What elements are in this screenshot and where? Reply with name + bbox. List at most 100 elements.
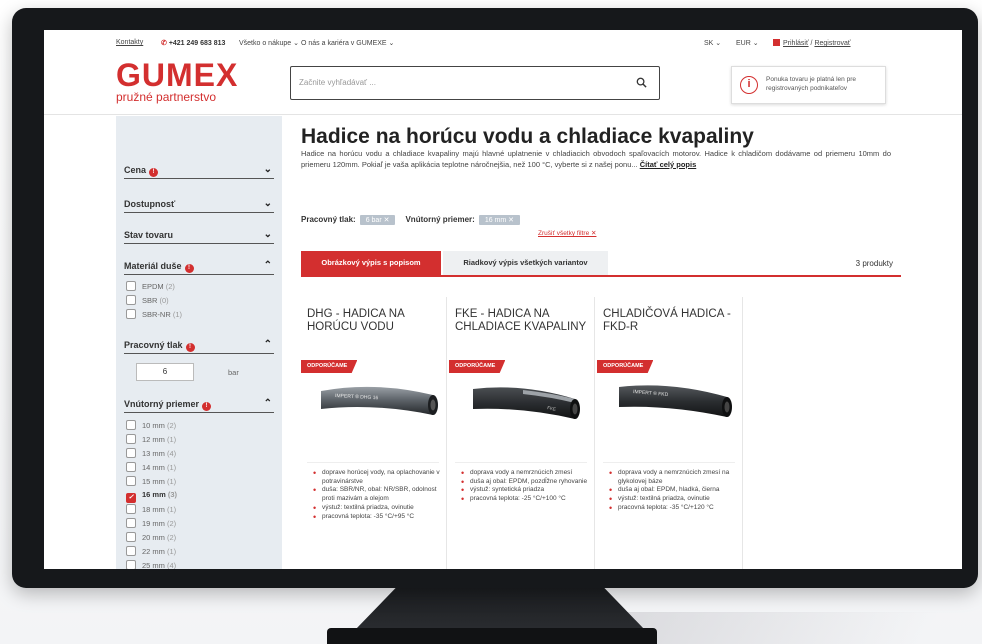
checkbox[interactable] xyxy=(126,420,136,430)
menu-about[interactable]: O nás a kariéra v GUMEXE ⌄ xyxy=(301,39,394,47)
checkbox[interactable] xyxy=(126,448,136,458)
checkbox[interactable] xyxy=(126,462,136,472)
register-link[interactable]: Registrovať xyxy=(814,40,850,47)
gumex-logo[interactable]: GUMEX pružné partnerstvo xyxy=(116,57,239,104)
pressure-input[interactable]: 6 xyxy=(136,363,194,381)
pressure-unit: bar xyxy=(228,368,239,377)
checkbox[interactable] xyxy=(126,434,136,444)
checkbox[interactable] xyxy=(126,560,136,569)
diameter-option-selected[interactable]: ✓ 16 mm (3) xyxy=(126,490,178,503)
phone-link[interactable]: ✆ +421 249 683 813 xyxy=(161,39,225,47)
checkbox[interactable] xyxy=(126,532,136,542)
diameter-option[interactable]: 12 mm (1) xyxy=(126,434,176,444)
clear-filters-link[interactable]: Zrušiť všetky filtre ✕ xyxy=(538,229,596,237)
option-label: 10 mm xyxy=(142,421,165,430)
search-input[interactable]: Začnite vyhľadávať ... xyxy=(290,66,660,100)
read-more-link[interactable]: Čítať celý popis xyxy=(640,160,697,169)
option-label: SBR-NR xyxy=(142,310,171,319)
checkbox[interactable] xyxy=(126,281,136,291)
tab-row-list[interactable]: Riadkový výpis všetkých variantov xyxy=(443,251,608,275)
option-label: 13 mm xyxy=(142,449,165,458)
filter-pressure[interactable]: Pracovný tlak! ⌃ xyxy=(124,338,274,354)
material-option[interactable]: SBR (0) xyxy=(126,295,169,305)
chip-pressure-label: Pracovný tlak: xyxy=(301,215,356,224)
alert-icon: ! xyxy=(184,264,194,273)
option-label: SBR xyxy=(142,296,158,305)
diameter-option[interactable]: 13 mm (4) xyxy=(126,448,176,458)
alert-icon: ! xyxy=(185,343,195,352)
product-count: 3 produkty xyxy=(855,259,893,268)
product-image[interactable]: IMPERT ® DHG 16 xyxy=(315,373,440,433)
option-count: (0) xyxy=(159,296,169,305)
checkbox[interactable] xyxy=(126,309,136,319)
option-label: 16 mm xyxy=(142,490,166,499)
product-image[interactable]: FKE xyxy=(463,373,588,433)
menu-shopping[interactable]: Všetko o nákupe ⌄ xyxy=(239,39,299,47)
product-card[interactable]: FKE - HADICA NA CHLADIACE KVAPALINY ODPO… xyxy=(449,297,595,569)
product-title[interactable]: DHG - HADICA NA HORÚCU VODU xyxy=(307,308,441,333)
language-select[interactable]: SK ⌄ xyxy=(704,39,721,47)
search-placeholder: Začnite vyhľadávať ... xyxy=(299,78,376,87)
option-count: (1) xyxy=(172,310,183,319)
option-label: 18 mm xyxy=(142,505,165,514)
diameter-option[interactable]: 20 mm (2) xyxy=(126,532,176,542)
option-count: (4) xyxy=(167,449,177,458)
tab-image-list[interactable]: Obrázkový výpis s popisom xyxy=(301,251,441,275)
checkbox[interactable] xyxy=(126,476,136,486)
product-card[interactable]: DHG - HADICA NA HORÚCU VODU ODPORÚČAME I… xyxy=(301,297,447,569)
b2b-notice: i Ponuka tovaru je platná len pre regist… xyxy=(731,66,886,104)
feature-item: výstuž: syntetická priadza xyxy=(461,486,591,495)
notice-text: Ponuka tovaru je platná len pre registro… xyxy=(766,76,856,92)
option-count: (3) xyxy=(167,490,178,499)
product-card[interactable]: CHLADIČOVÁ HADICA - FKD-R ODPORÚČAME IMP… xyxy=(597,297,743,569)
user-icon xyxy=(773,39,780,46)
phone-number: +421 249 683 813 xyxy=(168,40,226,47)
filter-diameter[interactable]: Vnútorný priemer! ⌃ xyxy=(124,397,274,413)
feature-item: duša: SBR/NR, obal: NR/SBR, odolnost pro… xyxy=(313,486,443,503)
option-label: 14 mm xyxy=(142,463,165,472)
option-count: (2) xyxy=(165,282,175,291)
checkbox[interactable] xyxy=(126,546,136,556)
material-option[interactable]: EPDM (2) xyxy=(126,281,175,291)
option-label: 15 mm xyxy=(142,477,165,486)
feature-item: výstuž: textilná priadza, ovinutie xyxy=(609,495,739,504)
account-links: Prihlásiť / Registrovať xyxy=(773,39,851,47)
logo-wordmark: GUMEX xyxy=(116,57,239,93)
diameter-option[interactable]: 22 mm (1) xyxy=(126,546,176,556)
chip-pressure[interactable]: 6 bar ✕ xyxy=(359,215,396,225)
filter-sidebar: Cena! ⌄ Dostupnosť ⌄ Stav tovaru ⌄ Materiál… xyxy=(116,116,282,569)
chip-diameter[interactable]: 16 mm ✕ xyxy=(478,215,521,225)
top-bar: Kontakty ✆ +421 249 683 813 Všetko o nák… xyxy=(44,30,962,54)
option-count: (2) xyxy=(167,519,177,528)
diameter-option[interactable]: 10 mm (2) xyxy=(126,420,176,430)
diameter-option[interactable]: 18 mm (1) xyxy=(126,504,176,514)
option-label: 12 mm xyxy=(142,435,165,444)
filter-availability[interactable]: Dostupnosť ⌄ xyxy=(124,197,274,213)
filter-condition[interactable]: Stav tovaru ⌄ xyxy=(124,228,274,244)
checkbox-checked[interactable]: ✓ xyxy=(126,493,136,503)
chevron-down-icon: ⌄ xyxy=(263,198,272,209)
contacts-link[interactable]: Kontakty xyxy=(116,39,143,46)
product-title[interactable]: FKE - HADICA NA CHLADIACE KVAPALINY xyxy=(455,308,589,333)
alert-icon: ! xyxy=(202,402,212,411)
diameter-option[interactable]: 25 mm (4) xyxy=(126,560,176,569)
diameter-option[interactable]: 14 mm (1) xyxy=(126,462,176,472)
diameter-option[interactable]: 15 mm (1) xyxy=(126,476,176,486)
filter-price[interactable]: Cena! ⌄ xyxy=(124,163,274,179)
currency-select[interactable]: EUR ⌄ xyxy=(736,39,759,47)
checkbox[interactable] xyxy=(126,504,136,514)
login-link[interactable]: Prihlásiť xyxy=(783,40,809,47)
material-option[interactable]: SBR-NR (1) xyxy=(126,309,182,319)
option-label: 19 mm xyxy=(142,519,165,528)
search-icon[interactable] xyxy=(636,77,647,88)
checkbox[interactable] xyxy=(126,295,136,305)
checkbox[interactable] xyxy=(126,518,136,528)
filter-price-label: Cena xyxy=(124,165,147,175)
diameter-option[interactable]: 19 mm (2) xyxy=(126,518,176,528)
feature-item: pracovná teplota: -35 °C/+120 °C xyxy=(609,504,739,513)
product-title[interactable]: CHLADIČOVÁ HADICA - FKD-R xyxy=(603,308,737,333)
filter-material[interactable]: Materiál duše! ⌃ xyxy=(124,259,274,275)
product-image[interactable]: IMPERT ® FKD xyxy=(611,373,736,433)
option-count: (4) xyxy=(167,561,177,569)
info-icon: i xyxy=(740,76,758,94)
